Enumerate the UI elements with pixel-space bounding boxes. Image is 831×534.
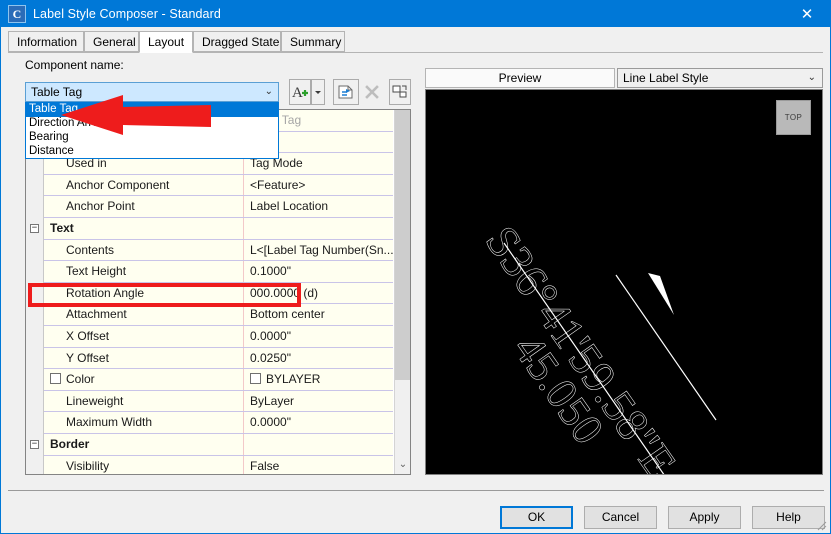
add-component-button[interactable]: A — [289, 79, 311, 105]
component-arrangement-button[interactable] — [389, 79, 411, 105]
svg-text:A: A — [292, 85, 303, 101]
table-row[interactable]: X Offset 0.0000" — [44, 325, 393, 348]
tab-information[interactable]: Information — [8, 31, 84, 52]
property-grid-gutter — [26, 110, 44, 474]
property-name: Text Height — [44, 261, 244, 282]
copy-component-button[interactable] — [333, 79, 359, 105]
property-value[interactable]: 000.0000 (d) — [244, 283, 393, 304]
color-checkbox[interactable] — [50, 373, 61, 385]
red-arrow-annotation — [61, 95, 211, 135]
property-value — [244, 434, 393, 455]
tab-summary[interactable]: Summary — [281, 31, 345, 52]
footer-divider — [8, 490, 824, 491]
property-value[interactable]: 0.0000" — [244, 326, 393, 347]
property-name: Color — [66, 372, 95, 387]
preview-style-combobox[interactable]: Line Label Style ⌄ — [617, 68, 823, 88]
collapse-icon[interactable]: − — [30, 439, 39, 449]
property-value[interactable]: 0.1000" — [244, 261, 393, 282]
table-row-text-height[interactable]: Text Height 0.1000" — [44, 261, 393, 283]
close-icon[interactable]: ✕ — [784, 1, 830, 27]
viewcube-top-button[interactable]: TOP — [776, 100, 811, 135]
collapse-icon[interactable]: − — [30, 223, 39, 233]
property-category-name: Border — [44, 433, 244, 455]
preview-style-value: Line Label Style — [623, 71, 709, 85]
add-text-component-icon: A — [292, 85, 308, 101]
table-row[interactable]: Y Offset 0.0250" — [44, 347, 393, 370]
preview-label: Preview — [425, 68, 615, 88]
property-category-text[interactable]: − Text — [30, 217, 393, 240]
property-value: BYLAYER — [266, 372, 321, 387]
tab-general[interactable]: General — [84, 31, 139, 52]
chevron-down-icon: ⌄ — [264, 86, 273, 97]
table-row[interactable]: Anchor Point Label Location — [44, 196, 393, 218]
label-style-composer-dialog: C Label Style Composer - Standard ✕ Info… — [0, 0, 831, 534]
property-value-color[interactable]: BYLAYER — [244, 369, 393, 390]
chevron-down-icon: ⌄ — [807, 72, 816, 83]
component-name-label: Component name: — [25, 58, 124, 72]
window-title: Label Style Composer - Standard — [33, 7, 221, 21]
property-name: Y Offset — [44, 347, 244, 369]
chevron-down-icon — [315, 91, 321, 94]
property-grid-scrollbar[interactable]: ⌄ — [394, 110, 410, 474]
cancel-button[interactable]: Cancel — [584, 506, 657, 529]
property-value[interactable]: 0.0250" — [244, 348, 393, 369]
property-name: Contents — [44, 239, 244, 261]
property-name: Maximum Width — [44, 412, 244, 433]
property-name: Anchor Point — [44, 196, 244, 217]
tab-bar: Information General Layout Dragged State… — [8, 31, 823, 53]
preview-canvas[interactable]: S36°41'59.58"E 45.050 TOP — [425, 89, 823, 475]
scrollbar-thumb[interactable] — [395, 110, 410, 380]
table-row[interactable]: Contents L<[Label Tag Number(Sn... — [44, 239, 393, 262]
table-row[interactable]: Anchor Component <Feature> — [44, 174, 393, 197]
tab-dragged-state[interactable]: Dragged State — [193, 31, 281, 52]
property-value[interactable]: ByLayer — [244, 391, 393, 412]
property-name: Rotation Angle — [44, 282, 244, 304]
property-value[interactable]: 0.0000" — [244, 412, 393, 433]
property-value[interactable]: Bottom center — [244, 304, 393, 325]
preview-drawing: S36°41'59.58"E 45.050 — [476, 216, 717, 474]
civil3d-app-icon: C — [8, 5, 26, 23]
property-value[interactable]: Label Location — [244, 196, 393, 217]
property-name: Anchor Component — [44, 174, 244, 196]
property-value[interactable]: False — [244, 456, 393, 475]
property-name: Attachment — [44, 304, 244, 325]
property-value[interactable]: <Feature> — [244, 175, 393, 196]
property-value[interactable]: L<[Label Tag Number(Sn... — [244, 240, 393, 261]
table-row[interactable]: Lineweight ByLayer — [44, 390, 393, 413]
property-name-color: Color — [44, 369, 244, 390]
close-icon — [365, 85, 379, 99]
table-row[interactable]: Rotation Angle 000.0000 (d) — [44, 282, 393, 305]
property-grid[interactable]: Name Table Tag Visibility True Used in T… — [25, 109, 411, 475]
property-value — [244, 218, 393, 239]
delete-component-button — [359, 79, 385, 105]
copy-component-icon — [338, 85, 353, 99]
tab-underline — [8, 52, 823, 53]
apply-button[interactable]: Apply — [668, 506, 741, 529]
resize-grip-icon[interactable] — [815, 519, 827, 531]
dropdown-option-distance[interactable]: Distance — [26, 145, 278, 159]
table-row[interactable]: Attachment Bottom center — [44, 304, 393, 326]
property-category-border[interactable]: − Border — [30, 433, 393, 456]
property-name: Lineweight — [44, 390, 244, 412]
ok-button[interactable]: OK — [500, 506, 573, 529]
scroll-down-arrow-icon[interactable]: ⌄ — [395, 457, 410, 474]
property-name: Visibility — [44, 455, 244, 474]
property-category-name: Text — [44, 217, 244, 239]
title-bar: C Label Style Composer - Standard ✕ — [1, 1, 830, 27]
property-name: X Offset — [44, 325, 244, 347]
property-grid-rows: Name Table Tag Visibility True Used in T… — [30, 110, 393, 475]
table-row[interactable]: Maximum Width 0.0000" — [44, 412, 393, 434]
table-row-color[interactable]: Color BYLAYER — [44, 369, 393, 391]
tab-layout[interactable]: Layout — [139, 31, 193, 53]
add-component-dropdown[interactable] — [311, 79, 325, 105]
table-row[interactable]: Visibility False — [44, 455, 393, 475]
color-swatch[interactable] — [250, 373, 261, 385]
arrange-components-icon — [392, 85, 407, 98]
